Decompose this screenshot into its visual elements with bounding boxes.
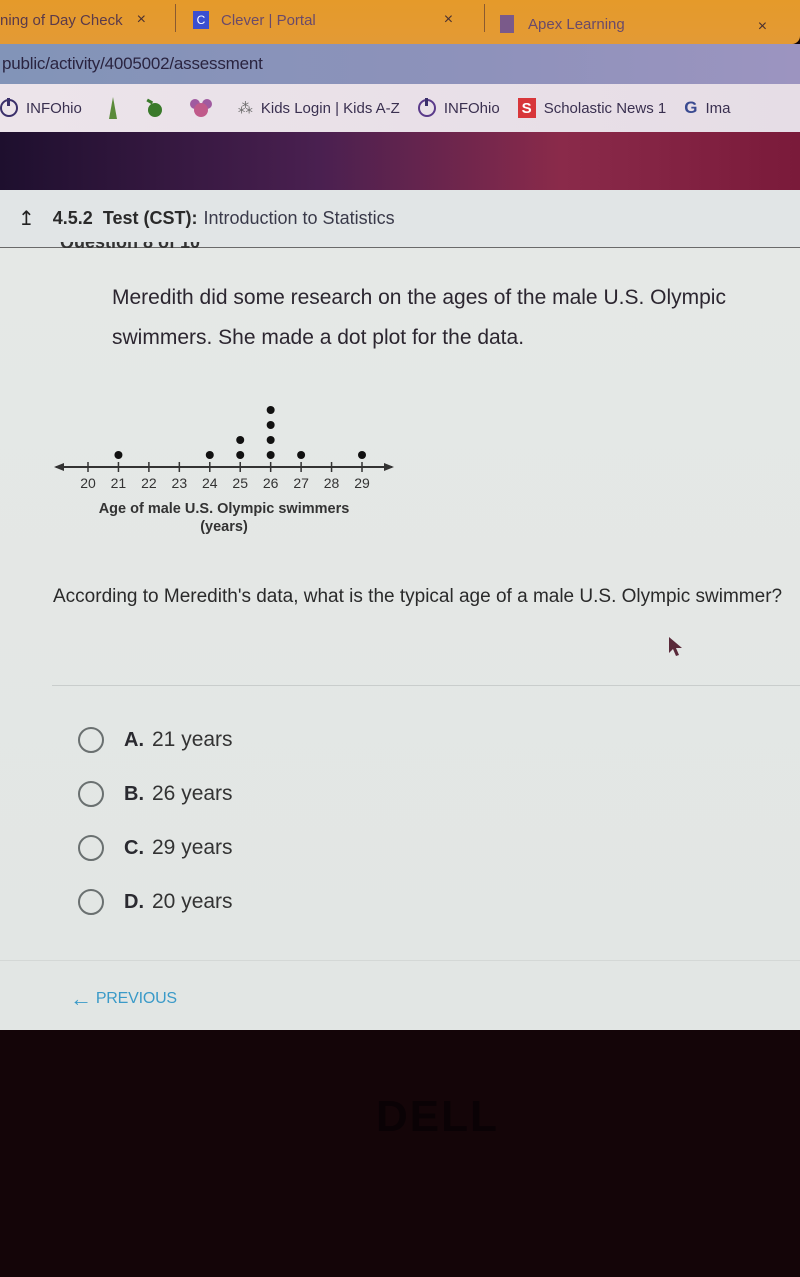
data-dot <box>236 436 245 444</box>
choice-text: 21 years <box>152 728 233 751</box>
bookmark-google-images[interactable]: G Ima <box>684 98 730 118</box>
bookmark-infohio[interactable]: INFOhio <box>0 98 82 117</box>
radio-button[interactable] <box>78 781 104 807</box>
tab-day-check[interactable]: ning of Day Check × <box>0 0 146 40</box>
address-bar[interactable]: public/activity/4005002/assessment <box>0 44 800 84</box>
arrow-left-icon: ← <box>70 986 92 1011</box>
radio-button[interactable] <box>78 889 104 915</box>
mouse-cursor-icon <box>668 636 684 663</box>
x-tick-label: 29 <box>354 475 370 491</box>
choice-text: 29 years <box>152 836 233 859</box>
activity-title: Introduction to Statistics <box>203 208 395 228</box>
page-header-band <box>0 132 800 190</box>
x-tick-label: 28 <box>324 475 340 491</box>
tab-clever-portal[interactable]: C Clever | Portal × <box>193 0 453 40</box>
choice-c[interactable]: C. 29 years <box>78 821 233 875</box>
choice-letter: C. <box>124 836 144 859</box>
bookmark-label: Kids Login | Kids A-Z <box>260 99 400 117</box>
browser-tab-strip: ning of Day Check × C Clever | Portal × … <box>0 0 800 44</box>
tab-label: ning of Day Check <box>0 11 123 29</box>
divider <box>0 960 800 961</box>
axis-arrow-left-icon <box>54 463 64 471</box>
url-text[interactable]: public/activity/4005002/assessment <box>2 54 263 74</box>
x-tick-label: 24 <box>202 475 218 491</box>
answer-choices: A. 21 years B. 26 years C. 29 years D. 2… <box>78 713 233 929</box>
data-dot <box>358 451 366 459</box>
monitor-brand-logo: DELL <box>376 1092 499 1141</box>
previous-label: PREVIOUS <box>95 990 177 1007</box>
up-arrow-icon[interactable]: ↥ <box>18 206 35 231</box>
x-tick-label: 27 <box>293 475 309 491</box>
bookmark-pencil[interactable] <box>108 97 126 119</box>
power-icon <box>0 98 18 117</box>
choice-letter: B. <box>124 782 144 805</box>
choice-a[interactable]: A. 21 years <box>78 713 233 767</box>
axis-arrow-right-icon <box>384 463 394 471</box>
bookmark-label: INFOhio <box>443 99 500 117</box>
data-dot <box>266 436 275 444</box>
x-tick-label: 26 <box>263 475 279 491</box>
data-dot <box>205 451 214 459</box>
x-tick-label: 20 <box>80 475 96 491</box>
data-dot <box>236 451 245 459</box>
activity-type: Test (CST): <box>102 208 198 228</box>
bookmark-mouse[interactable] <box>189 98 220 118</box>
close-icon[interactable]: × <box>137 11 146 29</box>
bookmark-label: Scholastic News 1 <box>543 99 667 117</box>
scholastic-icon: S <box>517 98 536 118</box>
close-icon[interactable]: × <box>444 11 453 29</box>
data-dot <box>266 451 275 459</box>
bookmark-infohio-2[interactable]: INFOhio <box>417 98 500 117</box>
google-icon: G <box>684 98 698 117</box>
x-tick-label: 22 <box>141 475 157 491</box>
data-dot <box>266 406 275 414</box>
tab-separator <box>484 4 485 32</box>
apex-favicon-icon <box>500 15 514 33</box>
radio-button[interactable] <box>78 727 104 753</box>
dot-plot: 20 21 22 23 24 25 26 27 28 29 Age of male U.S. Ol… <box>52 388 402 548</box>
data-dot <box>297 451 306 459</box>
choice-d[interactable]: D. 20 years <box>78 875 233 929</box>
activity-number: 4.5.2 <box>52 208 93 228</box>
x-tick-label: 21 <box>111 475 127 491</box>
bookmarks-bar: INFOhio ⁂ Kids Login | Kids A-Z INFOhio … <box>0 84 800 132</box>
x-tick-label: 25 <box>232 475 248 491</box>
tab-label: Clever | Portal <box>221 11 316 29</box>
bookmark-scholastic-news[interactable]: S Scholastic News 1 <box>517 98 667 118</box>
tab-label: Apex Learning <box>528 15 625 33</box>
bookmark-label: INFOhio <box>26 99 82 117</box>
choice-letter: D. <box>124 890 144 913</box>
x-axis-label: Age of male U.S. Olympic swimmers <box>99 501 350 517</box>
sparkle-icon: ⁂ <box>237 100 253 117</box>
data-dot <box>114 451 123 459</box>
apple-icon <box>144 98 164 118</box>
x-tick-label: 23 <box>172 475 188 491</box>
dot-plot-svg: 20 21 22 23 24 25 26 27 28 29 Age of male U.S. Ol… <box>54 406 394 535</box>
bookmark-label: Ima <box>705 99 731 117</box>
previous-button[interactable]: ← PREVIOUS <box>70 986 177 1012</box>
bookmark-kids-a-z[interactable]: ⁂ Kids Login | Kids A-Z <box>237 99 400 118</box>
x-axis-units: (years) <box>200 519 248 535</box>
tab-apex-learning[interactable]: Apex Learning × <box>500 4 767 44</box>
question-prompt: According to Meredith's data, what is th… <box>53 586 783 607</box>
power-icon <box>417 98 436 117</box>
tab-separator <box>175 4 176 32</box>
choice-text: 26 years <box>152 782 233 805</box>
pencil-icon <box>108 97 118 119</box>
choice-text: 20 years <box>152 890 233 913</box>
divider <box>52 685 800 686</box>
bookmark-apple[interactable] <box>144 98 172 118</box>
choice-letter: A. <box>124 728 144 751</box>
question-intro: Meredith did some research on the ages o… <box>112 286 726 349</box>
question-counter: Question 8 of 10 <box>60 242 200 248</box>
mouse-icon <box>189 98 212 118</box>
choice-b[interactable]: B. 26 years <box>78 767 233 821</box>
radio-button[interactable] <box>78 835 104 861</box>
breadcrumb: ↥ 4.5.2 Test (CST): Introduction to Stat… <box>0 190 800 248</box>
clever-favicon-icon: C <box>193 11 209 29</box>
data-dot <box>266 421 275 429</box>
close-icon[interactable]: × <box>758 18 767 36</box>
